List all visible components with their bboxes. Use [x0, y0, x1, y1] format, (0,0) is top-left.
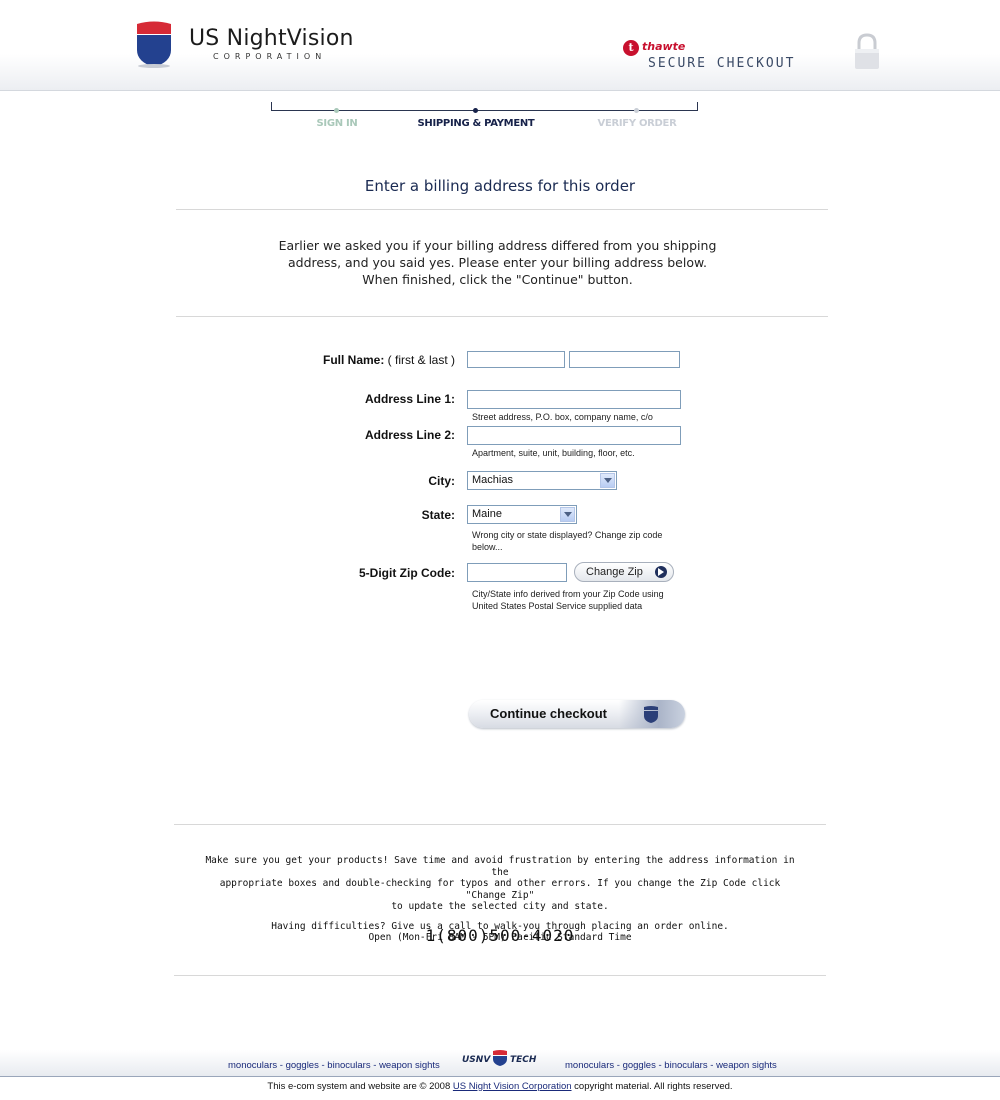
step-dot-verify-order: [634, 108, 639, 113]
usnv-shield-logo-icon[interactable]: [134, 20, 174, 68]
arrow-right-icon: [655, 566, 667, 578]
state-hint: Wrong city or state displayed? Change zi…: [472, 529, 662, 553]
usnv-tech-logo-left: USNV: [462, 1055, 491, 1065]
footer-links-right: monoculars - goggles - binoculars - weap…: [565, 1060, 777, 1071]
padlock-icon: [855, 33, 879, 69]
footer-link-separator: -: [614, 1060, 623, 1071]
footer-link-weapon-sights[interactable]: weapon sights: [716, 1060, 777, 1071]
footer-link-monoculars[interactable]: monoculars: [565, 1060, 614, 1071]
copyright-prefix: This e-com system and website are © 2008: [267, 1081, 453, 1092]
footer-link-binoculars[interactable]: binoculars: [327, 1060, 370, 1071]
address-line-1-input[interactable]: [467, 390, 681, 409]
copyright-notice: This e-com system and website are © 2008…: [0, 1081, 1000, 1092]
footer-link-separator: -: [707, 1060, 717, 1071]
intro-line: When finished, click the "Continue" butt…: [362, 272, 633, 287]
city-select[interactable]: Machias: [467, 471, 617, 490]
brand-name[interactable]: US NightVision: [189, 26, 354, 51]
footer-link-separator: -: [277, 1060, 286, 1071]
brand-subtitle: CORPORATION: [213, 52, 327, 61]
city-label: City:: [428, 474, 455, 488]
copyright-suffix: copyright material. All rights reserved.: [571, 1081, 733, 1092]
footer-link-binoculars[interactable]: binoculars: [664, 1060, 707, 1071]
change-zip-button[interactable]: Change Zip: [574, 562, 674, 582]
step-label-sign-in: SIGN IN: [316, 118, 358, 129]
notice-spacer: [200, 913, 800, 921]
full-name-label: Full Name: ( first & last ): [260, 353, 455, 367]
thawte-seal-icon[interactable]: t: [623, 40, 639, 56]
full-name-label-text: Full Name:: [322, 353, 385, 367]
zip-hint-line: United States Postal Service supplied da…: [472, 601, 643, 611]
zip-code-input[interactable]: [467, 563, 567, 582]
state-select-value: Maine: [472, 508, 502, 520]
chevron-down-icon[interactable]: [560, 507, 575, 522]
chevron-down-icon[interactable]: [600, 473, 615, 488]
copyright-company-link[interactable]: US Night Vision Corporation: [453, 1081, 572, 1092]
address-line-2-input[interactable]: [467, 426, 681, 445]
first-name-input[interactable]: [467, 351, 565, 368]
footer-link-monoculars[interactable]: monoculars: [228, 1060, 277, 1071]
last-name-input[interactable]: [569, 351, 680, 368]
continue-checkout-button[interactable]: Continue checkout: [469, 700, 685, 728]
thawte-seal-name[interactable]: thawte: [642, 40, 685, 53]
footer-link-separator: -: [370, 1060, 380, 1071]
step-label-shipping-payment: SHIPPING & PAYMENT: [417, 118, 535, 129]
intro-text: Earlier we asked you if your billing add…: [270, 237, 725, 288]
step-label-verify-order: VERIFY ORDER: [597, 118, 677, 129]
footer-link-goggles[interactable]: goggles: [623, 1060, 656, 1071]
divider-title: [176, 209, 828, 210]
address-line-1-hint: Street address, P.O. box, company name, …: [472, 412, 653, 422]
notice-line: appropriate boxes and double-checking fo…: [219, 878, 781, 901]
notice-line: Make sure you get your products! Save ti…: [205, 855, 795, 878]
address-line-1-label: Address Line 1:: [364, 392, 455, 406]
shield-icon: [619, 700, 685, 728]
support-phone-number: 1(800)500-4020: [425, 926, 575, 945]
zip-code-label: 5-Digit Zip Code:: [359, 566, 455, 580]
state-hint-line: Wrong city or state displayed? Change zi…: [472, 530, 663, 540]
state-label: State:: [421, 508, 455, 522]
step-dot-sign-in: [334, 108, 339, 113]
divider-intro: [176, 316, 828, 317]
intro-line: address, and you said yes. Please enter …: [287, 255, 708, 270]
state-select[interactable]: Maine: [467, 505, 577, 524]
continue-checkout-label: Continue checkout: [490, 706, 608, 721]
full-name-sublabel: ( first & last ): [384, 353, 455, 367]
zip-hint: City/State info derived from your Zip Co…: [472, 588, 664, 612]
intro-line: Earlier we asked you if your billing add…: [278, 238, 717, 253]
footer-links-left: monoculars - goggles - binoculars - weap…: [228, 1060, 440, 1071]
shield-icon: [493, 1050, 507, 1055]
state-hint-line: below...: [472, 542, 503, 552]
footer-link-goggles[interactable]: goggles: [286, 1060, 319, 1071]
usnv-tech-logo-right: TECH: [510, 1055, 537, 1065]
footer-link-weapon-sights[interactable]: weapon sights: [379, 1060, 440, 1071]
notice-line: to update the selected city and state.: [391, 901, 609, 912]
address-line-2-label: Address Line 2:: [364, 428, 455, 442]
city-select-value: Machias: [472, 474, 513, 486]
divider-notice-bottom: [174, 975, 826, 976]
step-dot-shipping-payment: [473, 108, 478, 113]
address-line-2-hint: Apartment, suite, unit, building, floor,…: [472, 448, 635, 458]
progress-bracket-right: [697, 102, 698, 111]
zip-hint-line: City/State info derived from your Zip Co…: [472, 589, 664, 599]
shield-icon-lower: [493, 1056, 507, 1066]
usnv-tech-logo[interactable]: USNV TECH: [460, 1049, 540, 1069]
page-title: Enter a billing address for this order: [364, 177, 636, 195]
secure-checkout-text: SECURE CHECKOUT: [648, 56, 796, 71]
change-zip-button-label: Change Zip: [586, 566, 643, 578]
divider-notice-top: [174, 824, 826, 825]
